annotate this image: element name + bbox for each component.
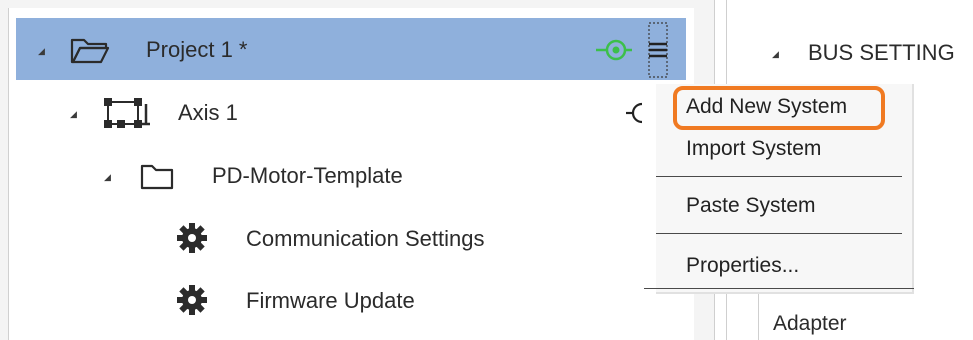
adapter-label: Adapter xyxy=(773,312,847,335)
tree-label-template: PD-Motor-Template xyxy=(212,163,403,188)
axis-node-icon xyxy=(104,98,150,128)
menu-separator xyxy=(656,233,902,234)
menu-item-properties[interactable]: Properties... xyxy=(686,254,799,278)
connect-icon[interactable] xyxy=(594,36,634,64)
expand-arrow-template[interactable]: ◢ xyxy=(104,172,111,183)
expand-arrow-axis[interactable]: ◢ xyxy=(70,109,77,120)
menu-item-paste-system[interactable]: Paste System xyxy=(686,194,816,218)
connect-icon-axis[interactable] xyxy=(624,100,644,126)
gear-icon xyxy=(177,285,207,315)
tree-label-project: Project 1 * xyxy=(146,37,248,62)
gear-icon xyxy=(177,223,207,253)
expand-arrow-project[interactable]: ◢ xyxy=(38,46,45,57)
menu-item-import-system[interactable]: Import System xyxy=(686,137,821,161)
bus-settings-header: BUS SETTING xyxy=(808,40,955,65)
tree-item-project[interactable] xyxy=(16,18,686,80)
highlight-ring xyxy=(673,86,885,130)
folder-icon xyxy=(70,38,110,64)
tree-label-firmware: Firmware Update xyxy=(246,288,415,313)
menu-icon[interactable] xyxy=(644,22,672,78)
tree-label-communication: Communication Settings xyxy=(246,226,485,251)
tree-label-axis: Axis 1 xyxy=(178,100,238,125)
menu-separator xyxy=(644,288,914,289)
menu-separator xyxy=(656,176,902,177)
folder-icon xyxy=(140,164,174,190)
expand-arrow-bus-settings[interactable]: ◢ xyxy=(772,49,779,60)
